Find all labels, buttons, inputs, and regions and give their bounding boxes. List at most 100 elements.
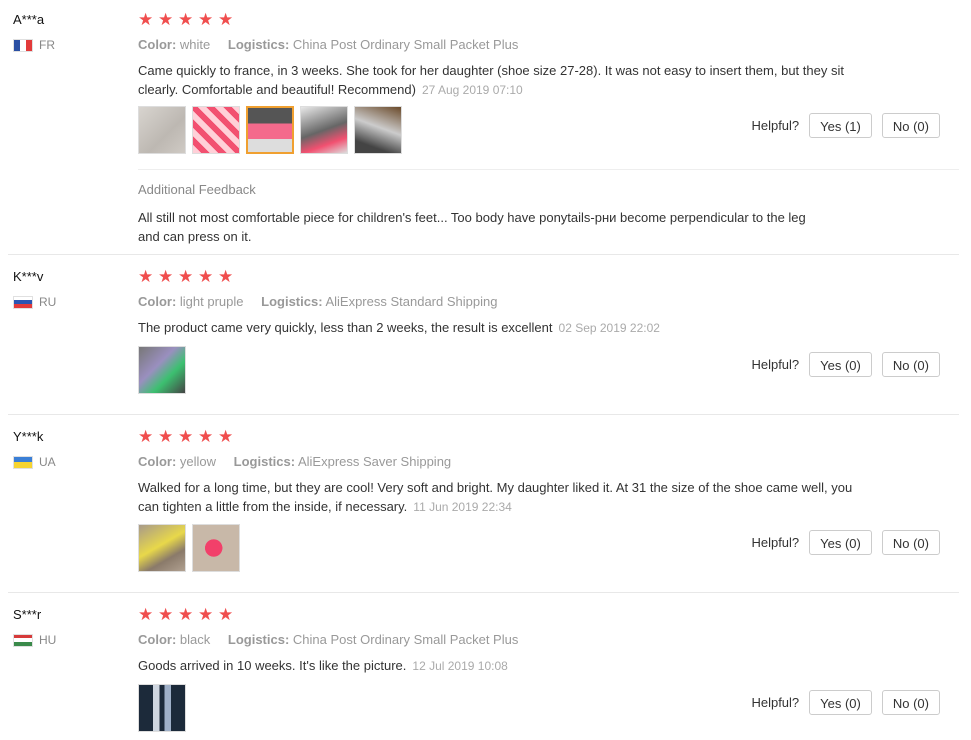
review-photo[interactable] <box>246 106 294 154</box>
review-photo[interactable] <box>138 346 186 394</box>
order-info: Color: light pruple Logistics: AliExpres… <box>138 294 497 309</box>
review-date: 27 Aug 2019 07:10 <box>421 83 523 97</box>
helpful-no-button[interactable]: No (0) <box>881 690 940 715</box>
review-date: 12 Jul 2019 10:08 <box>412 659 508 673</box>
country-code: HU <box>39 633 57 647</box>
rating-stars: ★ ★ ★ ★ ★ <box>138 267 236 286</box>
star-icon: ★ <box>158 605 174 624</box>
additional-feedback-title: Additional Feedback <box>138 182 256 197</box>
divider <box>8 592 959 593</box>
reviewer-country: RU <box>13 295 56 309</box>
reviewer-country: UA <box>13 455 56 469</box>
helpful-vote: Helpful? Yes (1) No (0) <box>751 113 940 138</box>
helpful-label: Helpful? <box>751 357 800 372</box>
helpful-yes-button[interactable]: Yes (1) <box>809 113 872 138</box>
star-icon: ★ <box>138 605 154 624</box>
review-text: Came quickly to france, in 3 weeks. She … <box>138 61 868 100</box>
star-icon: ★ <box>198 605 214 624</box>
country-code: FR <box>39 38 55 52</box>
star-icon: ★ <box>178 427 194 446</box>
color-label: Color: <box>138 632 177 647</box>
order-info: Color: white Logistics: China Post Ordin… <box>138 37 518 52</box>
divider <box>8 414 959 415</box>
star-icon: ★ <box>218 605 234 624</box>
helpful-no-button[interactable]: No (0) <box>881 352 940 377</box>
review-text: Goods arrived in 10 weeks. It's like the… <box>138 656 868 676</box>
review-photo[interactable] <box>138 106 186 154</box>
review-photos <box>138 684 186 732</box>
review-photo[interactable] <box>192 524 240 572</box>
star-icon: ★ <box>158 267 174 286</box>
star-icon: ★ <box>198 10 214 29</box>
helpful-label: Helpful? <box>751 535 800 550</box>
review-body: Goods arrived in 10 weeks. It's like the… <box>138 658 407 673</box>
additional-feedback-text: All still not most comfortable piece for… <box>138 210 806 244</box>
helpful-label: Helpful? <box>751 695 800 710</box>
review-photos <box>138 346 186 394</box>
reviewer-name: S***r <box>13 607 42 622</box>
review-photo[interactable] <box>138 524 186 572</box>
divider <box>8 254 959 255</box>
star-icon: ★ <box>138 427 154 446</box>
helpful-vote: Helpful? Yes (0) No (0) <box>751 690 940 715</box>
color-value: light pruple <box>179 294 244 309</box>
star-icon: ★ <box>178 267 194 286</box>
review-photo[interactable] <box>138 684 186 732</box>
star-icon: ★ <box>138 10 154 29</box>
helpful-no-button[interactable]: No (0) <box>881 530 940 555</box>
color-label: Color: <box>138 294 177 309</box>
color-value: black <box>179 632 211 647</box>
country-code: RU <box>39 295 57 309</box>
logistics-value: China Post Ordinary Small Packet Plus <box>292 37 519 52</box>
logistics-value: AliExpress Saver Shipping <box>297 454 452 469</box>
review-text: The product came very quickly, less than… <box>138 318 868 338</box>
star-icon: ★ <box>158 427 174 446</box>
rating-stars: ★ ★ ★ ★ ★ <box>138 605 236 624</box>
review-date: 02 Sep 2019 22:02 <box>558 321 660 335</box>
star-icon: ★ <box>178 10 194 29</box>
review-date: 11 Jun 2019 22:34 <box>413 500 512 514</box>
reviewer-name: A***a <box>13 12 45 27</box>
rating-stars: ★ ★ ★ ★ ★ <box>138 10 236 29</box>
order-info: Color: black Logistics: China Post Ordin… <box>138 632 518 647</box>
flag-fr-icon <box>13 38 33 52</box>
color-label: Color: <box>138 454 177 469</box>
divider <box>138 169 959 170</box>
helpful-yes-button[interactable]: Yes (0) <box>809 530 872 555</box>
review-photo[interactable] <box>354 106 402 154</box>
star-icon: ★ <box>198 267 214 286</box>
color-label: Color: <box>138 37 177 52</box>
star-icon: ★ <box>218 427 234 446</box>
helpful-vote: Helpful? Yes (0) No (0) <box>751 530 940 555</box>
reviewer-name: Y***k <box>13 429 44 444</box>
review-photos <box>138 524 240 572</box>
color-value: white <box>179 37 211 52</box>
star-icon: ★ <box>178 605 194 624</box>
helpful-no-button[interactable]: No (0) <box>881 113 940 138</box>
logistics-label: Logistics: <box>261 294 323 309</box>
helpful-yes-button[interactable]: Yes (0) <box>809 352 872 377</box>
logistics-value: AliExpress Standard Shipping <box>325 294 498 309</box>
star-icon: ★ <box>138 267 154 286</box>
reviewer-country: HU <box>13 633 56 647</box>
flag-hu-icon <box>13 633 33 647</box>
reviewer-country: FR <box>13 38 55 52</box>
review-text: Walked for a long time, but they are coo… <box>138 478 868 517</box>
order-info: Color: yellow Logistics: AliExpress Save… <box>138 454 451 469</box>
star-icon: ★ <box>218 10 234 29</box>
logistics-label: Logistics: <box>227 37 290 52</box>
logistics-value: China Post Ordinary Small Packet Plus <box>292 632 519 647</box>
helpful-yes-button[interactable]: Yes (0) <box>809 690 872 715</box>
logistics-label: Logistics: <box>233 454 296 469</box>
country-code: UA <box>39 455 56 469</box>
review-photos <box>138 106 402 154</box>
review-photo[interactable] <box>300 106 348 154</box>
logistics-label: Logistics: <box>227 632 290 647</box>
rating-stars: ★ ★ ★ ★ ★ <box>138 427 236 446</box>
flag-ua-icon <box>13 455 33 469</box>
review-body: The product came very quickly, less than… <box>138 320 553 335</box>
helpful-vote: Helpful? Yes (0) No (0) <box>751 352 940 377</box>
star-icon: ★ <box>218 267 234 286</box>
flag-ru-icon <box>13 295 33 309</box>
review-photo[interactable] <box>192 106 240 154</box>
